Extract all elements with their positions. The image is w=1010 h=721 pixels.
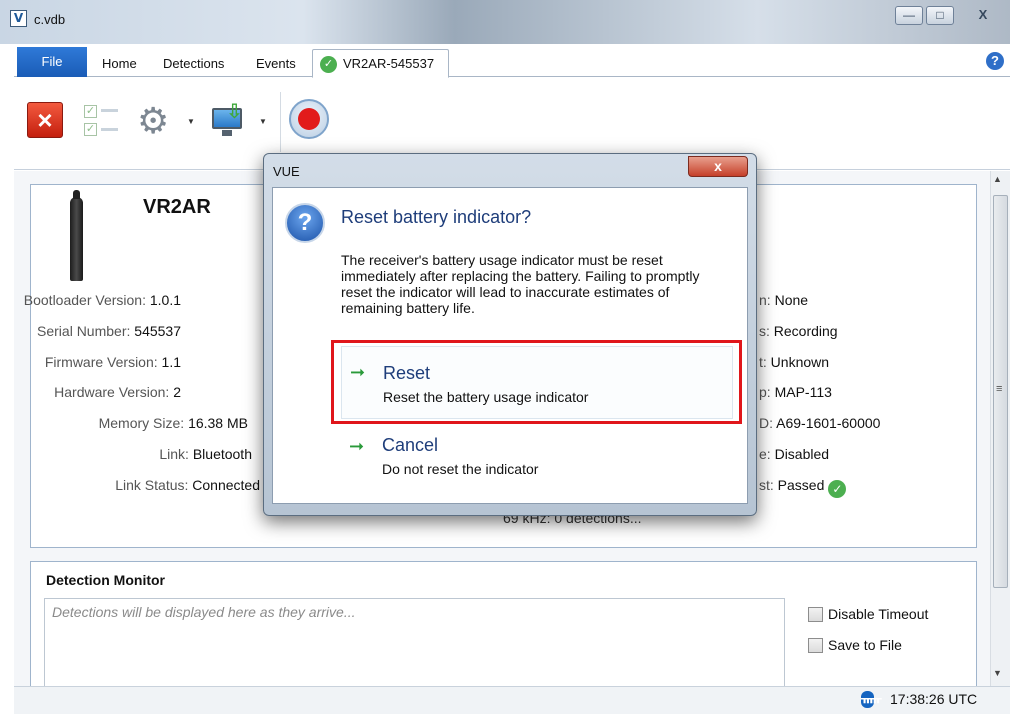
cancel-option-description: Do not reset the indicator [382, 461, 539, 477]
download-arrow-icon: ⇩ [226, 101, 243, 123]
connected-check-icon: ✓ [320, 56, 337, 73]
record-dot [298, 108, 320, 130]
monitor-stand [222, 130, 232, 136]
checklist-icon[interactable]: ✓ ✓ [82, 103, 120, 139]
tab-file[interactable]: File [17, 47, 87, 77]
arrow-right-icon: ➞ [349, 436, 365, 456]
device-name: VR2AR [143, 196, 211, 218]
info-link-status: Link Status: Connected [115, 477, 260, 493]
info-right-2: t: Unknown [759, 354, 830, 370]
record-icon[interactable] [289, 99, 329, 139]
info-right-0: n: None [759, 292, 809, 308]
save-to-file-label[interactable]: Save to File [828, 637, 902, 653]
list-line [101, 128, 118, 131]
help-icon[interactable]: ? [986, 52, 1004, 70]
window-title-bar [0, 0, 1010, 44]
app-icon: V [10, 10, 27, 27]
disable-timeout-checkbox[interactable] [808, 607, 823, 622]
info-right-5: e: Disabled [759, 446, 830, 462]
info-right-4: D: A69-1601-60000 [759, 415, 881, 431]
minimize-icon: — [903, 8, 915, 22]
info-serial: Serial Number: 545537 [37, 323, 181, 339]
cancel-option-button[interactable]: ➞ Cancel Do not reset the indicator [341, 420, 733, 493]
checkbox-glyph: ✓ [84, 123, 97, 136]
highlight-box [331, 340, 742, 424]
maximize-button[interactable]: □ [926, 6, 954, 25]
cancel-option-label: Cancel [382, 435, 439, 455]
receiver-image [70, 190, 83, 281]
save-to-file-checkbox[interactable] [808, 638, 823, 653]
close-icon[interactable]: × [27, 102, 63, 138]
tab-detections[interactable]: Detections [163, 56, 224, 71]
window-close-button[interactable]: X [961, 6, 1005, 25]
dialog-close-button[interactable]: x [688, 156, 748, 177]
minimize-button[interactable]: — [895, 6, 923, 25]
info-right-3: p: MAP-113 [759, 384, 832, 400]
gear-icon[interactable]: ⚙ [137, 102, 177, 140]
toolbar-divider [280, 92, 281, 152]
list-line [101, 109, 118, 112]
dialog-message: The receiver's battery usage indicator m… [341, 252, 700, 316]
monitor-download-icon[interactable]: ⇩ [210, 101, 250, 139]
chevron-down-icon[interactable]: ▼ [259, 117, 267, 126]
grip-icon: ≡ [996, 383, 1003, 395]
question-icon: ? [285, 203, 325, 243]
tab-events[interactable]: Events [256, 56, 296, 71]
maximize-icon: □ [936, 8, 944, 22]
info-memory: Memory Size: 16.38 MB [98, 415, 248, 431]
tab-receiver-label: VR2AR-545537 [343, 56, 435, 71]
dialog-heading: Reset battery indicator? [341, 207, 532, 227]
scroll-down-icon[interactable]: ▼ [993, 668, 1002, 678]
info-bootloader: Bootloader Version: 1.0.1 [23, 292, 181, 308]
status-time: 17:38:26 UTC [890, 691, 978, 707]
info-hardware: Hardware Version: 2 [54, 384, 181, 400]
tab-home[interactable]: Home [102, 56, 137, 71]
disable-timeout-label[interactable]: Disable Timeout [828, 606, 928, 622]
info-right-6: st: Passed ✓ [759, 477, 847, 498]
dialog-title: VUE [273, 164, 300, 179]
tab-receiver[interactable]: ✓ VR2AR-545537 [312, 49, 449, 78]
chevron-down-icon[interactable]: ▼ [187, 117, 195, 126]
info-firmware: Firmware Version: 1.1 [44, 354, 181, 370]
scroll-up-icon[interactable]: ▲ [993, 174, 1002, 184]
bluetooth-icon: ᚅ [861, 691, 882, 708]
window-title: c.vdb [34, 12, 66, 27]
checkbox-glyph: ✓ [84, 105, 97, 118]
detection-monitor-title: Detection Monitor [46, 572, 165, 588]
info-right-1: s: Recording [759, 323, 838, 339]
info-link: Link: Bluetooth [159, 446, 252, 462]
detection-monitor-placeholder: Detections will be displayed here as the… [52, 604, 356, 620]
passed-check-icon: ✓ [828, 480, 847, 498]
